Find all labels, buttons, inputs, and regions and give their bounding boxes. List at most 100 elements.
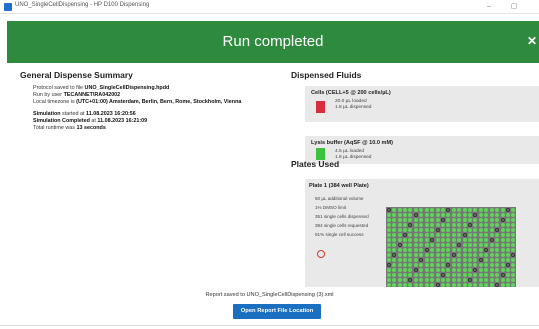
plate-well <box>419 217 424 222</box>
plate-well <box>495 282 500 287</box>
plate-well <box>430 217 435 222</box>
plate-well <box>440 267 445 272</box>
plate-well <box>500 207 505 212</box>
plate-well <box>446 247 451 252</box>
plate-well <box>386 247 391 252</box>
plate-well <box>500 242 505 247</box>
plate-well <box>440 227 445 232</box>
plate-well <box>489 252 494 257</box>
plate-well-map[interactable] <box>386 207 516 287</box>
plate-well <box>462 232 467 237</box>
plate-well <box>435 222 440 227</box>
plate-well <box>511 247 516 252</box>
plate-well <box>468 232 473 237</box>
plate-well <box>484 252 489 257</box>
plate-stat: 91% single cell success <box>315 232 364 237</box>
plate-well <box>419 207 424 212</box>
plate-well <box>419 262 424 267</box>
plate-well <box>424 227 429 232</box>
plate-well <box>505 212 510 217</box>
plate-well <box>495 262 500 267</box>
minimize-button[interactable]: – <box>482 1 496 12</box>
plate-well <box>511 207 516 212</box>
plate-well <box>413 232 418 237</box>
plate-well <box>430 242 435 247</box>
plate-well <box>397 237 402 242</box>
plate-well <box>495 207 500 212</box>
plate-well <box>440 247 445 252</box>
plate-well <box>440 282 445 287</box>
plate-well <box>446 242 451 247</box>
plate-well <box>403 257 408 262</box>
plate-well <box>446 277 451 282</box>
plate-well <box>424 217 429 222</box>
plate-well <box>484 257 489 262</box>
plate-title: Plate 1 (384 well Plate) <box>309 183 369 189</box>
plate-well <box>430 247 435 252</box>
plate-well <box>495 247 500 252</box>
completed-line: Simulation Completed at 11.08.2023 16:21… <box>33 117 148 124</box>
plate-well <box>446 262 451 267</box>
plate-well <box>424 252 429 257</box>
plate-well <box>397 282 402 287</box>
plate-well <box>457 207 462 212</box>
plate-well <box>468 222 473 227</box>
plate-well <box>430 267 435 272</box>
plate-well <box>468 252 473 257</box>
plate-well <box>397 272 402 277</box>
plate-well <box>408 237 413 242</box>
plate-well <box>403 282 408 287</box>
plate-well <box>457 267 462 272</box>
plate-well <box>403 227 408 232</box>
plate-well <box>495 237 500 242</box>
plate-well <box>392 272 397 277</box>
plate-stats: 50 µL additional volume 1% DMSO limit 35… <box>315 194 369 239</box>
plate-well <box>430 282 435 287</box>
fluid-dispensed: 1.8 µL dispensed <box>335 105 372 110</box>
plate-well <box>386 257 391 262</box>
plate-well <box>446 252 451 257</box>
plate-well <box>489 262 494 267</box>
plate-well <box>403 247 408 252</box>
plate-well <box>511 237 516 242</box>
plate-well <box>408 272 413 277</box>
plate-well <box>403 242 408 247</box>
plate-card: Plate 1 (384 well Plate) 50 µL additiona… <box>305 179 539 287</box>
plate-well <box>484 227 489 232</box>
plate-well <box>413 212 418 217</box>
plate-well <box>457 222 462 227</box>
app-window: UNO_SingleCellDispensing - HP D100 Dispe… <box>0 0 539 329</box>
plate-well <box>440 232 445 237</box>
maximize-button[interactable]: ▢ <box>507 1 521 12</box>
open-report-location-button[interactable]: Open Report File Location <box>233 304 321 319</box>
plate-well <box>413 257 418 262</box>
plate-well <box>457 227 462 232</box>
close-icon[interactable]: ✕ <box>527 34 537 48</box>
plate-well <box>457 282 462 287</box>
plate-well <box>489 267 494 272</box>
warning-circle-icon[interactable] <box>317 250 325 258</box>
plate-well <box>424 237 429 242</box>
fluid-name: Cells (CELL+5 @ 200 cells/µL) <box>311 90 391 96</box>
plate-well <box>500 282 505 287</box>
plate-well <box>446 212 451 217</box>
plate-well <box>386 212 391 217</box>
plate-well <box>424 272 429 277</box>
plate-well <box>430 262 435 267</box>
plate-well <box>462 267 467 272</box>
title-bar: UNO_SingleCellDispensing - HP D100 Dispe… <box>0 0 539 14</box>
plate-well <box>408 262 413 267</box>
plate-well <box>457 277 462 282</box>
plate-well <box>489 217 494 222</box>
plate-well <box>451 277 456 282</box>
plate-well <box>397 277 402 282</box>
plate-well <box>386 252 391 257</box>
plate-well <box>413 207 418 212</box>
plate-well <box>386 282 391 287</box>
plate-well <box>430 212 435 217</box>
plate-well <box>419 242 424 247</box>
plate-well <box>468 257 473 262</box>
plate-well <box>435 267 440 272</box>
plate-well <box>478 232 483 237</box>
plate-well <box>435 257 440 262</box>
